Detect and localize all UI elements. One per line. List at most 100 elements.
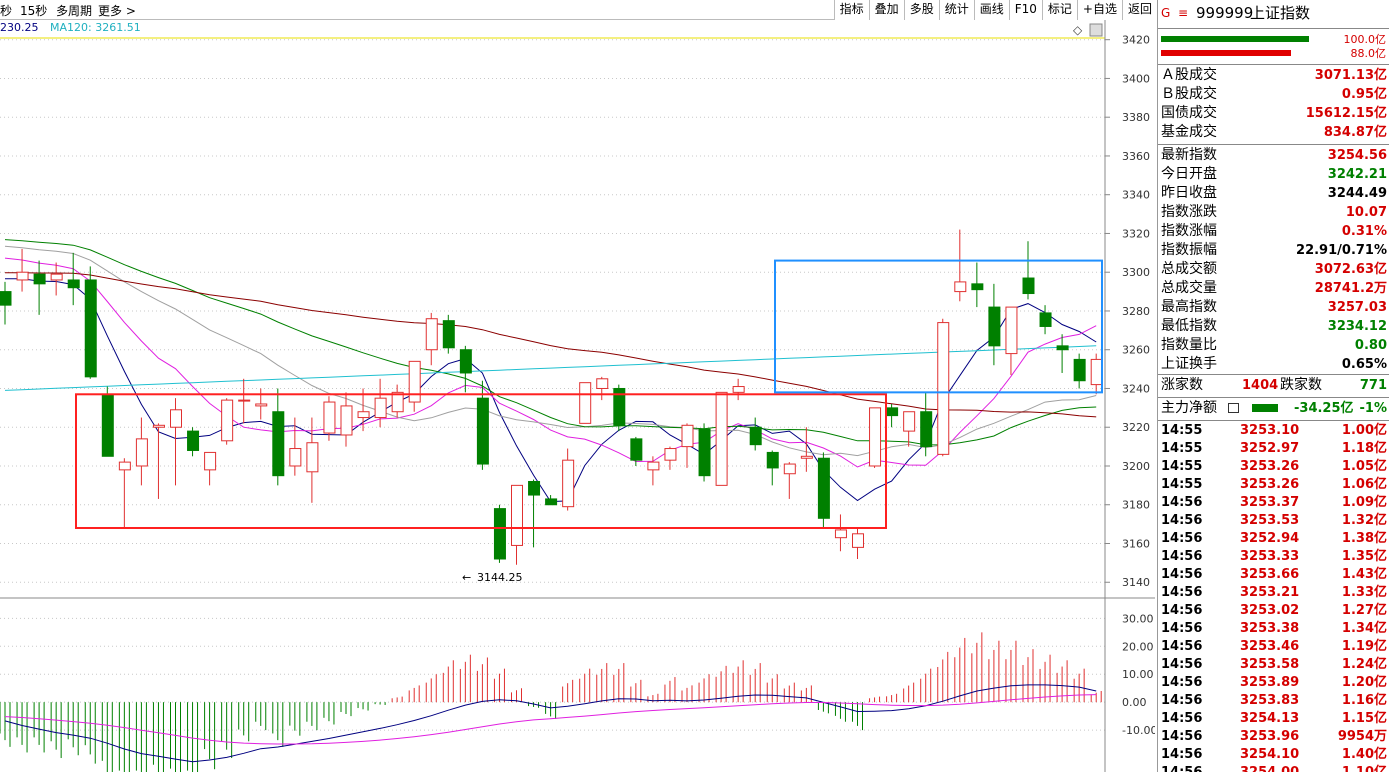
tick-time: 14:56 bbox=[1161, 495, 1203, 510]
stat-label: 指数涨跌 bbox=[1161, 204, 1217, 220]
stock-name: 上证指数 bbox=[1250, 4, 1311, 22]
flow-label: 主力净额 bbox=[1161, 400, 1217, 416]
stat-label: 最高指数 bbox=[1161, 299, 1217, 315]
price-tick-label: 3340 bbox=[1122, 189, 1150, 202]
candle-body bbox=[596, 378, 609, 389]
flow-pct: -1% bbox=[1359, 401, 1387, 416]
flow-menu-icon[interactable] bbox=[1228, 403, 1239, 413]
tick-volume: 1.32亿 bbox=[1341, 513, 1387, 528]
candle-body bbox=[954, 281, 967, 293]
scroll-icon[interactable] bbox=[1089, 23, 1103, 37]
low-arrow-icon: ← bbox=[462, 571, 471, 584]
candle-body bbox=[221, 399, 234, 442]
price-tick-label: 3360 bbox=[1122, 150, 1150, 163]
period-15s[interactable]: 15秒 bbox=[20, 2, 47, 19]
tick-time: 14:55 bbox=[1161, 441, 1203, 456]
low-price-label: 3144.25 bbox=[477, 571, 523, 584]
macd-dif-line bbox=[4, 684, 1097, 763]
tick-price: 3253.10 bbox=[1240, 423, 1300, 438]
candle-body bbox=[289, 448, 302, 467]
tick-time: 14:56 bbox=[1161, 639, 1203, 654]
tick-volume: 1.27亿 bbox=[1341, 603, 1387, 618]
price-tick-label: 3280 bbox=[1122, 305, 1150, 318]
turnover-row: Ａ股成交 3071.13亿 bbox=[1158, 66, 1389, 85]
candle-body bbox=[903, 411, 916, 432]
candle-body bbox=[1056, 345, 1069, 351]
turnover-label: 国债成交 bbox=[1161, 105, 1217, 121]
tool-indicator-button[interactable]: 指标 bbox=[833, 0, 869, 20]
stat-value: 0.31% bbox=[1341, 224, 1387, 239]
tool-mark-button[interactable]: 标记 bbox=[1041, 0, 1077, 20]
candle-body bbox=[749, 426, 762, 446]
candle-body bbox=[306, 442, 319, 473]
tool-f10-button[interactable]: F10 bbox=[1008, 0, 1042, 20]
tool-watchlist-button[interactable]: +自选 bbox=[1076, 0, 1122, 20]
breadth-row: 涨家数 1404 跌家数 771 bbox=[1158, 376, 1389, 395]
tick-time: 14:56 bbox=[1161, 729, 1203, 744]
candle-body bbox=[442, 320, 455, 349]
down-label: 跌家数 bbox=[1280, 377, 1322, 393]
stat-label: 最低指数 bbox=[1161, 318, 1217, 334]
quote-panel: G ≡ 999999 上证指数 100.0亿 88.0亿 Ａ股成交 3071.13… bbox=[1157, 0, 1389, 772]
turnover-value: 0.95亿 bbox=[1341, 87, 1387, 102]
tick-volume: 1.34亿 bbox=[1341, 621, 1387, 636]
tick-volume: 1.06亿 bbox=[1341, 477, 1387, 492]
tool-multistock-button[interactable]: 多股 bbox=[903, 0, 939, 20]
tick-time: 14:56 bbox=[1161, 603, 1203, 618]
stat-label: 昨日收盘 bbox=[1161, 185, 1217, 201]
candle-body bbox=[170, 409, 182, 428]
stat-label: 最新指数 bbox=[1161, 147, 1217, 163]
price-tick-label: 3400 bbox=[1122, 72, 1150, 85]
candle-body bbox=[579, 382, 592, 424]
tick-row: 14:56 3254.10 1.40亿 bbox=[1158, 746, 1389, 764]
turnover-value: 834.87亿 bbox=[1323, 125, 1387, 140]
ma30-line bbox=[4, 239, 1097, 446]
kline-chart[interactable]: 3420 3400 3380 3360 3340 3320 3300 3280 3260 3240… bbox=[0, 20, 1155, 772]
period-multi[interactable]: 多周期 bbox=[56, 2, 92, 19]
stat-label: 指数涨幅 bbox=[1161, 223, 1217, 239]
stat-row: 上证换手 0.65% bbox=[1158, 355, 1389, 374]
turnover-label: Ｂ股成交 bbox=[1161, 86, 1217, 102]
period-more[interactable]: 更多 > bbox=[98, 2, 136, 19]
tick-row: 14:56 3253.66 1.43亿 bbox=[1158, 566, 1389, 584]
stock-menu-icon[interactable]: ≡ bbox=[1178, 2, 1188, 24]
tick-time: 14:56 bbox=[1161, 531, 1203, 546]
candle-body bbox=[937, 322, 950, 455]
tick-time: 14:56 bbox=[1161, 567, 1203, 582]
tool-overlay-button[interactable]: 叠加 bbox=[868, 0, 904, 20]
up-label: 涨家数 bbox=[1161, 377, 1203, 393]
candle-body bbox=[869, 407, 882, 467]
diamond-icon[interactable]: ◇ bbox=[1073, 23, 1083, 37]
stat-row: 指数量比 0.80 bbox=[1158, 336, 1389, 355]
chart-grid bbox=[0, 37, 1155, 731]
candle-body bbox=[511, 484, 523, 546]
stat-value: 3234.12 bbox=[1327, 319, 1387, 334]
candle-body bbox=[0, 291, 12, 306]
tick-time: 14:56 bbox=[1161, 675, 1203, 690]
stat-label: 今日开盘 bbox=[1161, 166, 1217, 182]
tick-price: 3253.38 bbox=[1240, 621, 1300, 636]
candle-body bbox=[1090, 358, 1103, 386]
stat-value: 3244.49 bbox=[1327, 186, 1387, 201]
tool-draw-button[interactable]: 画线 bbox=[973, 0, 1009, 20]
tick-time: 14:55 bbox=[1161, 477, 1203, 492]
price-tick-label: 3260 bbox=[1122, 344, 1150, 357]
tick-volume: 1.19亿 bbox=[1341, 639, 1387, 654]
tick-volume: 1.20亿 bbox=[1341, 675, 1387, 690]
tick-time: 14:55 bbox=[1161, 423, 1203, 438]
tick-price: 3253.53 bbox=[1240, 513, 1300, 528]
candle-body bbox=[101, 393, 114, 457]
candle-body bbox=[834, 529, 847, 539]
tick-volume: 1.33亿 bbox=[1341, 585, 1387, 600]
candle-body bbox=[238, 399, 251, 402]
tool-stats-button[interactable]: 统计 bbox=[938, 0, 974, 20]
candle-body bbox=[664, 448, 677, 461]
stat-value: 28741.2万 bbox=[1314, 281, 1387, 296]
tick-row: 14:56 3253.21 1.33亿 bbox=[1158, 584, 1389, 602]
period-seconds[interactable]: 秒 bbox=[0, 2, 12, 19]
tool-back-button[interactable]: 返回 bbox=[1121, 0, 1157, 20]
candle-body bbox=[545, 498, 558, 506]
stat-label: 指数量比 bbox=[1161, 337, 1217, 353]
tick-row: 14:55 3252.97 1.18亿 bbox=[1158, 440, 1389, 458]
tick-row: 14:55 3253.26 1.05亿 bbox=[1158, 458, 1389, 476]
